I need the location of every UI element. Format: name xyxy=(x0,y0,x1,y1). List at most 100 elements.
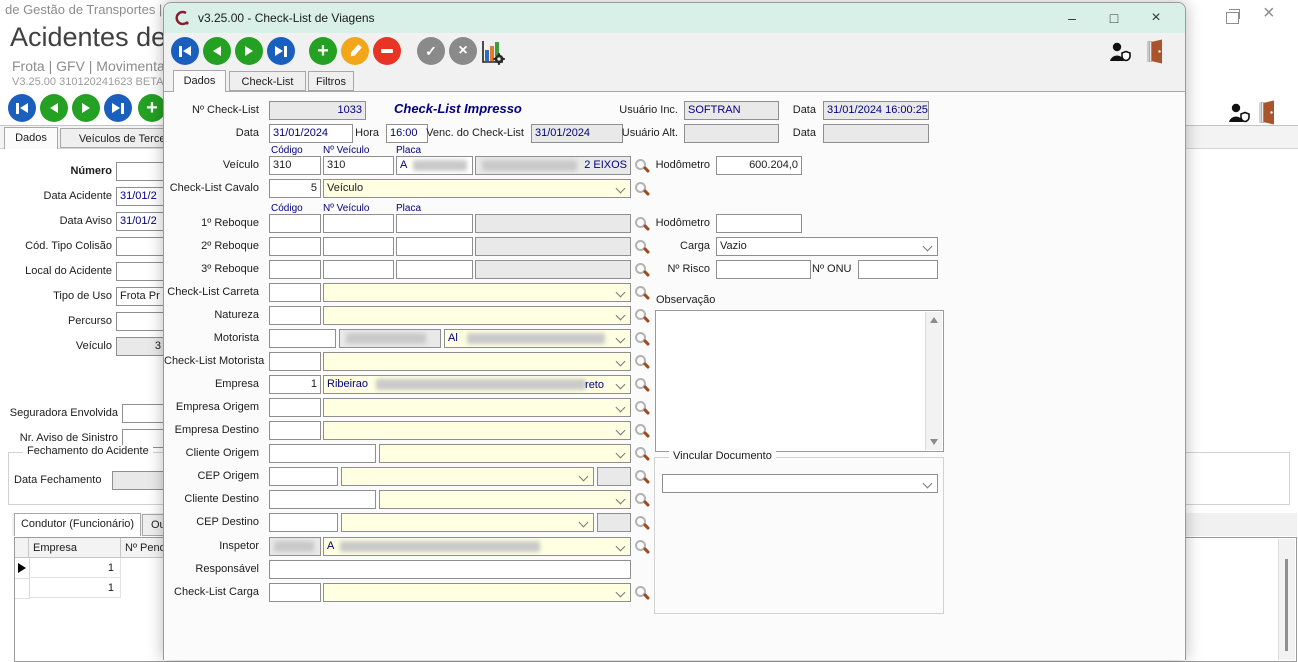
responsavel-input[interactable] xyxy=(269,560,631,579)
magnifier-icon[interactable] xyxy=(634,400,650,416)
cli-destino-codigo-input[interactable] xyxy=(269,490,376,509)
last-record-button[interactable] xyxy=(267,37,295,65)
grid-cell-empresa[interactable]: 1 xyxy=(29,558,121,578)
chk-motorista-codigo-input[interactable] xyxy=(269,352,321,371)
bg-close-icon[interactable]: × xyxy=(1263,2,1275,25)
add-button[interactable]: + xyxy=(309,37,337,65)
minimize-icon[interactable]: – xyxy=(1054,3,1090,33)
cancel-button[interactable]: × xyxy=(449,37,477,65)
reboque3-placa-input[interactable] xyxy=(396,260,473,279)
magnifier-icon[interactable] xyxy=(634,446,650,462)
bg-first-record-button[interactable] xyxy=(8,94,36,122)
reboque2-codigo-input[interactable] xyxy=(269,237,321,256)
scroll-up-icon[interactable] xyxy=(930,317,938,323)
restore-icon[interactable] xyxy=(1226,12,1239,24)
magnifier-icon[interactable] xyxy=(634,308,650,324)
usuario-alt-input[interactable] xyxy=(684,124,779,143)
magnifier-icon[interactable] xyxy=(634,354,650,370)
num-risco-input[interactable] xyxy=(716,260,811,279)
tab-condutor-funcionario[interactable]: Condutor (Funcionário) xyxy=(14,513,141,536)
chart-settings-button[interactable] xyxy=(479,38,507,66)
tab-filtros[interactable]: Filtros xyxy=(308,71,354,91)
maximize-icon[interactable]: □ xyxy=(1096,3,1132,33)
magnifier-icon[interactable] xyxy=(634,539,650,555)
magnifier-icon[interactable] xyxy=(634,331,650,347)
veiculo-placa-input[interactable]: A xyxy=(396,156,473,175)
cavalo-codigo-input[interactable]: 5 xyxy=(269,179,321,198)
carga-select[interactable]: Vazio xyxy=(716,237,938,256)
grid-vscrollbar[interactable] xyxy=(1278,539,1295,660)
cep-destino-combo[interactable] xyxy=(341,513,594,532)
chk-carga-codigo-input[interactable] xyxy=(269,583,321,602)
tab-checklist[interactable]: Check-List xyxy=(229,71,306,91)
grid-cell-empresa[interactable]: 1 xyxy=(29,578,121,598)
carreta-combo[interactable] xyxy=(323,283,631,302)
hodometro2-input[interactable] xyxy=(716,214,802,233)
emp-destino-combo[interactable] xyxy=(323,421,631,440)
natureza-codigo-input[interactable] xyxy=(269,306,321,325)
cep-origem-combo[interactable] xyxy=(341,467,594,486)
motorista-combo[interactable]: Al xyxy=(444,329,631,348)
scrollbar-thumb[interactable] xyxy=(1285,559,1288,651)
user-shield-icon[interactable] xyxy=(1109,42,1131,62)
reboque2-numero-input[interactable] xyxy=(323,237,394,256)
num-checklist-input[interactable]: 1033 xyxy=(269,101,366,120)
cavalo-combo[interactable]: Veículo xyxy=(323,179,631,198)
grid-row-selector[interactable] xyxy=(15,558,30,579)
magnifier-icon[interactable] xyxy=(634,469,650,485)
previous-record-button[interactable] xyxy=(203,37,231,65)
cep-origem-input[interactable] xyxy=(269,467,338,486)
chk-carga-combo[interactable] xyxy=(323,583,631,602)
reboque1-numero-input[interactable] xyxy=(323,214,394,233)
magnifier-icon[interactable] xyxy=(634,492,650,508)
magnifier-icon[interactable] xyxy=(634,515,650,531)
hodometro-input[interactable]: 600.204,0 xyxy=(716,156,802,175)
close-icon[interactable]: × xyxy=(1138,3,1174,33)
delete-button[interactable] xyxy=(373,37,401,65)
bg-next-record-button[interactable] xyxy=(72,94,100,122)
bg-exit-door-icon[interactable] xyxy=(1256,100,1278,125)
inspetor-codigo-input[interactable] xyxy=(269,537,321,556)
next-record-button[interactable] xyxy=(235,37,263,65)
bg-add-button[interactable]: + xyxy=(138,94,166,122)
reboque1-placa-input[interactable] xyxy=(396,214,473,233)
reboque1-codigo-input[interactable] xyxy=(269,214,321,233)
emp-origem-combo[interactable] xyxy=(323,398,631,417)
magnifier-icon[interactable] xyxy=(634,423,650,439)
bg-last-record-button[interactable] xyxy=(104,94,132,122)
observacao-vscrollbar[interactable] xyxy=(925,312,942,450)
hora-input[interactable]: 16:00 xyxy=(386,124,428,143)
cli-destino-combo[interactable] xyxy=(379,490,631,509)
magnifier-icon[interactable] xyxy=(634,377,650,393)
bg-tab-dados[interactable]: Dados xyxy=(4,127,58,149)
vincular-documento-select[interactable] xyxy=(662,474,938,493)
exit-door-icon[interactable] xyxy=(1144,39,1166,64)
scroll-down-icon[interactable] xyxy=(930,439,938,445)
observacao-textarea[interactable] xyxy=(655,310,944,452)
carreta-codigo-input[interactable] xyxy=(269,283,321,302)
bg-user-shield-icon[interactable] xyxy=(1228,103,1250,123)
magnifier-icon[interactable] xyxy=(634,285,650,301)
cep-destino-input[interactable] xyxy=(269,513,338,532)
reboque2-placa-input[interactable] xyxy=(396,237,473,256)
grid-row-selector[interactable] xyxy=(15,578,30,599)
edit-button[interactable] xyxy=(341,37,369,65)
veiculo-codigo-input[interactable]: 310 xyxy=(269,156,321,175)
reboque3-codigo-input[interactable] xyxy=(269,260,321,279)
inspetor-combo[interactable]: A xyxy=(323,537,631,556)
data-alt-input[interactable] xyxy=(823,124,929,143)
empresa-codigo-input[interactable]: 1 xyxy=(269,375,321,394)
veiculo-numero-input[interactable]: 310 xyxy=(323,156,394,175)
emp-destino-codigo-input[interactable] xyxy=(269,421,321,440)
motorista-codigo-input[interactable] xyxy=(269,329,336,348)
natureza-combo[interactable] xyxy=(323,306,631,325)
magnifier-icon[interactable] xyxy=(634,181,650,197)
cli-origem-codigo-input[interactable] xyxy=(269,444,376,463)
first-record-button[interactable] xyxy=(171,37,199,65)
chk-motorista-combo[interactable] xyxy=(323,352,631,371)
confirm-button[interactable]: ✓ xyxy=(417,37,445,65)
tab-dados[interactable]: Dados xyxy=(173,70,226,92)
data-inc-input[interactable]: 31/01/2024 16:00:25 xyxy=(823,101,929,120)
dialog-titlebar[interactable]: v3.25.00 - Check-List de Viagens – □ × xyxy=(164,3,1185,33)
usuario-inc-input[interactable]: SOFTRAN xyxy=(684,101,779,120)
